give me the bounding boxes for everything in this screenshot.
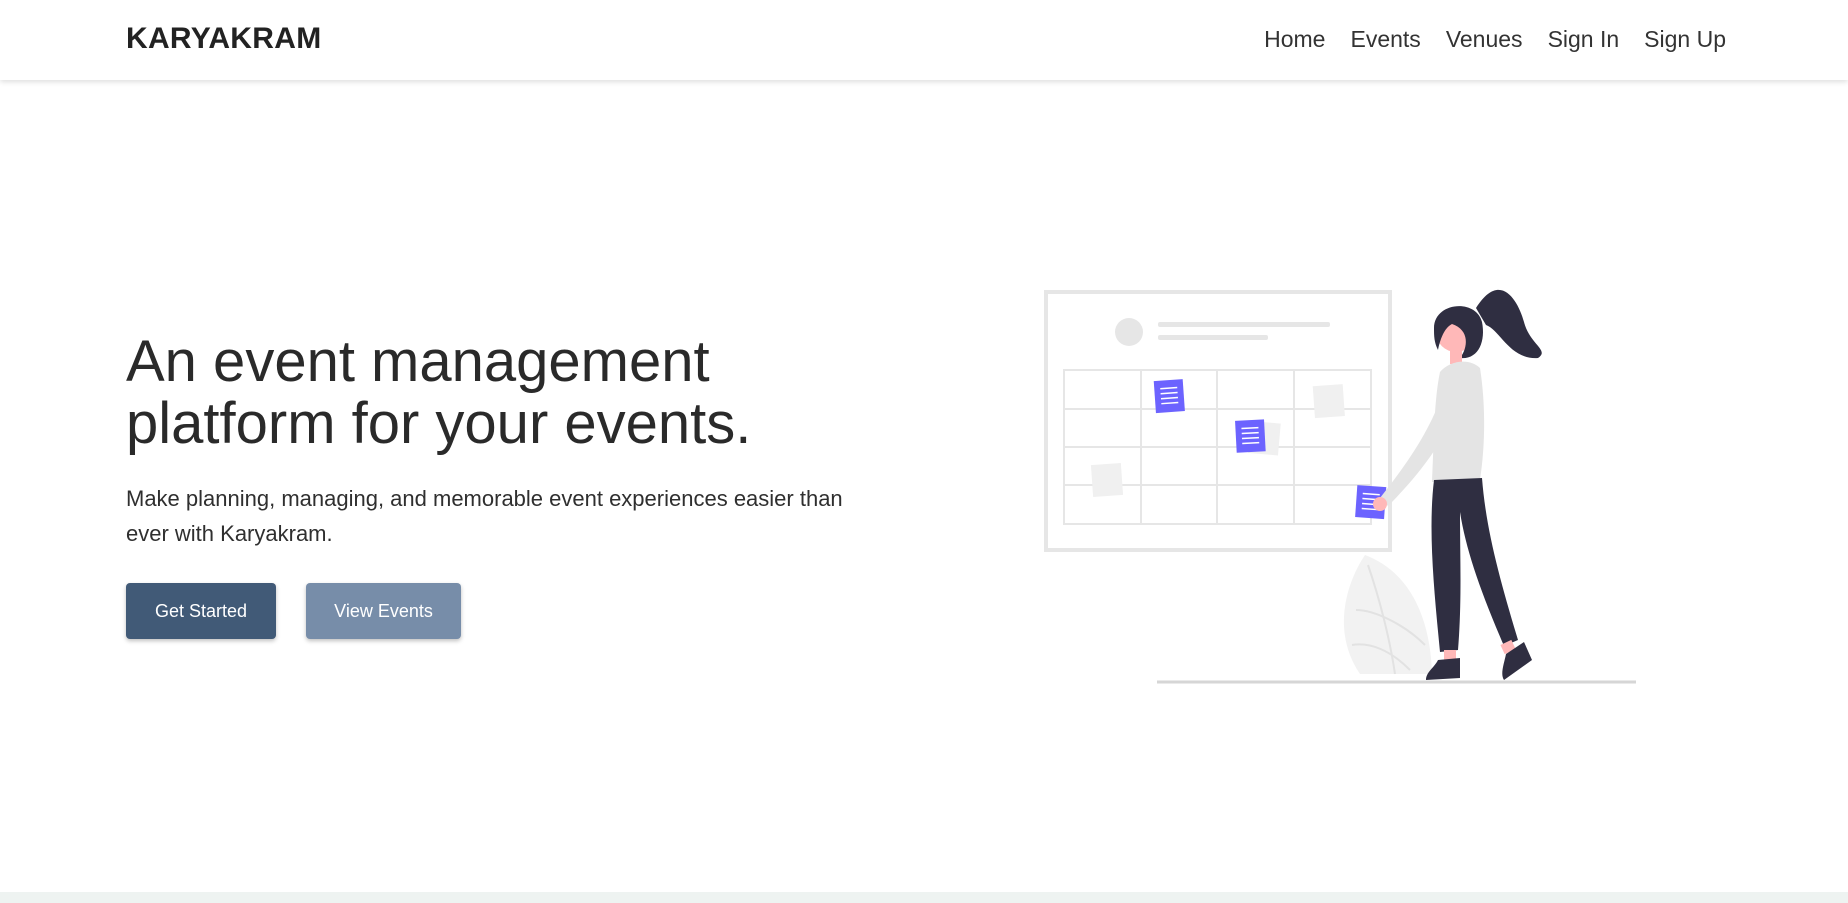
board-header-line-1 — [1158, 322, 1330, 327]
brand-logo[interactable]: KARYAKRAM — [126, 22, 322, 56]
nav-link-events[interactable]: Events — [1350, 26, 1420, 53]
hero-subtext: Make planning, managing, and memorable e… — [126, 486, 843, 546]
nav-link-sign-in[interactable]: Sign In — [1548, 26, 1620, 53]
nav-link-home[interactable]: Home — [1264, 26, 1325, 53]
purple-note-1 — [1153, 379, 1185, 414]
purple-note-2 — [1235, 419, 1266, 453]
nav-link-sign-up[interactable]: Sign Up — [1644, 26, 1726, 53]
hero-headline: An event management platform for your ev… — [126, 329, 752, 456]
grey-note-2 — [1090, 462, 1124, 498]
board-header-line-2 — [1158, 335, 1268, 340]
nav-links: Home Events Venues Sign In Sign Up — [1264, 26, 1726, 53]
plant-leaf — [1343, 555, 1432, 675]
view-events-button[interactable]: View Events — [306, 583, 461, 639]
hero-section: An event management platform for your ev… — [0, 80, 1848, 892]
footer-strip — [0, 892, 1848, 903]
woman-calendar-board-illustration — [1044, 289, 1636, 684]
nav-link-venues[interactable]: Venues — [1446, 26, 1523, 53]
get-started-button[interactable]: Get Started — [126, 583, 276, 639]
navbar: KARYAKRAM Home Events Venues Sign In Sig… — [0, 0, 1848, 80]
grey-note-1 — [1312, 384, 1345, 419]
board-avatar-circle — [1115, 318, 1143, 346]
